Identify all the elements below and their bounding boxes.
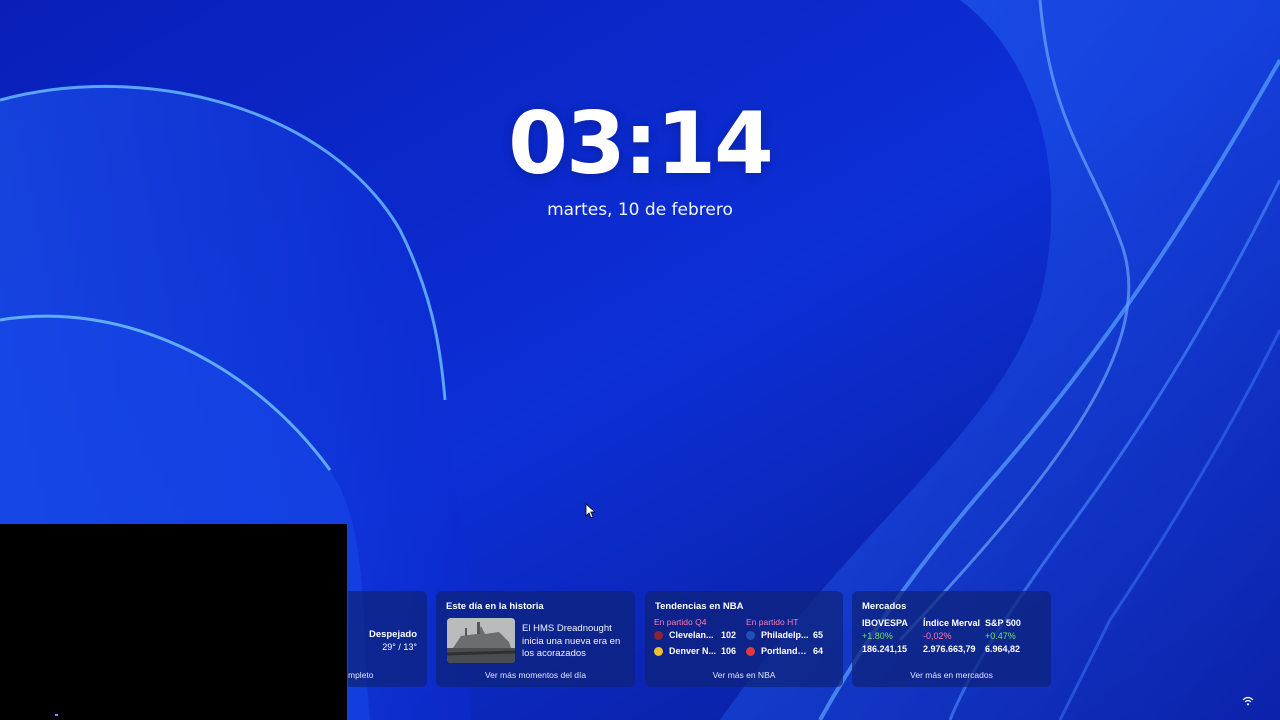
lockscreen-clock: 03:14 <box>508 94 774 194</box>
nba-team-score: 64 <box>813 646 824 656</box>
nba-team-row: Clevelan... 102 <box>654 630 744 643</box>
market-item-sp500[interactable]: S&P 500 +0.47% 6.964,82 <box>985 618 1021 654</box>
market-change: +0.47% <box>985 631 1016 641</box>
small-artifact-icon <box>55 714 58 716</box>
market-item-merval[interactable]: Índice Merval -0,02% 2.976.663,79 <box>923 618 980 654</box>
nba-game-status: En partido Q4 <box>654 617 707 627</box>
cavaliers-logo-icon <box>654 631 663 640</box>
market-name: IBOVESPA <box>862 618 908 628</box>
nba-team-score: 106 <box>721 646 737 656</box>
nba-widget[interactable]: Tendencias en NBA En partido Q4 Clevelan… <box>645 591 843 687</box>
history-headline[interactable]: El HMS Dreadnought inicia una nueva era … <box>522 623 627 661</box>
market-name: S&P 500 <box>985 618 1021 628</box>
market-value: 6.964,82 <box>985 644 1021 654</box>
weather-footer-link[interactable]: mpleto <box>348 670 427 680</box>
nba-team-row: Portland T... 64 <box>746 646 836 659</box>
markets-more-link[interactable]: Ver más en mercados <box>852 670 1051 680</box>
76ers-logo-icon <box>746 631 755 640</box>
weather-widget[interactable]: Despejado 29° / 13° mpleto <box>348 591 427 687</box>
nba-team-row: Denver N... 106 <box>654 646 744 659</box>
weather-condition: Despejado <box>368 629 417 640</box>
market-value: 2.976.663,79 <box>923 644 976 654</box>
nba-team-score: 65 <box>813 630 824 640</box>
nba-team-name: Clevelan... <box>669 630 714 640</box>
history-title: Este día en la historia <box>446 601 544 612</box>
markets-widget[interactable]: Mercados IBOVESPA +1.80% 186.241,15 Índi… <box>852 591 1051 687</box>
trail-blazers-logo-icon <box>746 647 755 656</box>
market-name: Índice Merval <box>923 618 981 628</box>
history-thumbnail <box>447 618 515 663</box>
market-value: 186.241,15 <box>862 644 908 654</box>
black-overlay-window <box>0 524 347 720</box>
market-change: -0,02% <box>923 631 952 641</box>
lockscreen-date: martes, 10 de febrero <box>547 200 733 220</box>
weather-temps: 29° / 13° <box>382 642 417 652</box>
market-item-ibovespa[interactable]: IBOVESPA +1.80% 186.241,15 <box>862 618 908 654</box>
nuggets-logo-icon <box>654 647 663 656</box>
nba-more-link[interactable]: Ver más en NBA <box>645 670 843 680</box>
nba-team-name: Portland T... <box>761 646 809 656</box>
history-widget[interactable]: Este día en la historia El HMS Dreadnoug… <box>436 591 635 687</box>
nba-team-name: Philadelp... <box>761 630 809 640</box>
history-more-link[interactable]: Ver más momentos del día <box>436 670 635 680</box>
nba-team-row: Philadelp... 65 <box>746 630 836 643</box>
nba-game[interactable]: En partido HT Philadelp... 65 Portland T… <box>746 617 836 659</box>
nba-team-name: Denver N... <box>669 646 717 656</box>
nba-team-score: 102 <box>721 630 737 640</box>
markets-title: Mercados <box>862 601 907 612</box>
nba-game[interactable]: En partido Q4 Clevelan... 102 Denver N..… <box>654 617 744 659</box>
mouse-pointer-icon <box>585 503 595 519</box>
nba-game-status: En partido HT <box>746 617 799 627</box>
nba-title: Tendencias en NBA <box>655 601 744 612</box>
market-change: +1.80% <box>862 631 893 641</box>
wifi-icon[interactable] <box>1242 696 1254 706</box>
